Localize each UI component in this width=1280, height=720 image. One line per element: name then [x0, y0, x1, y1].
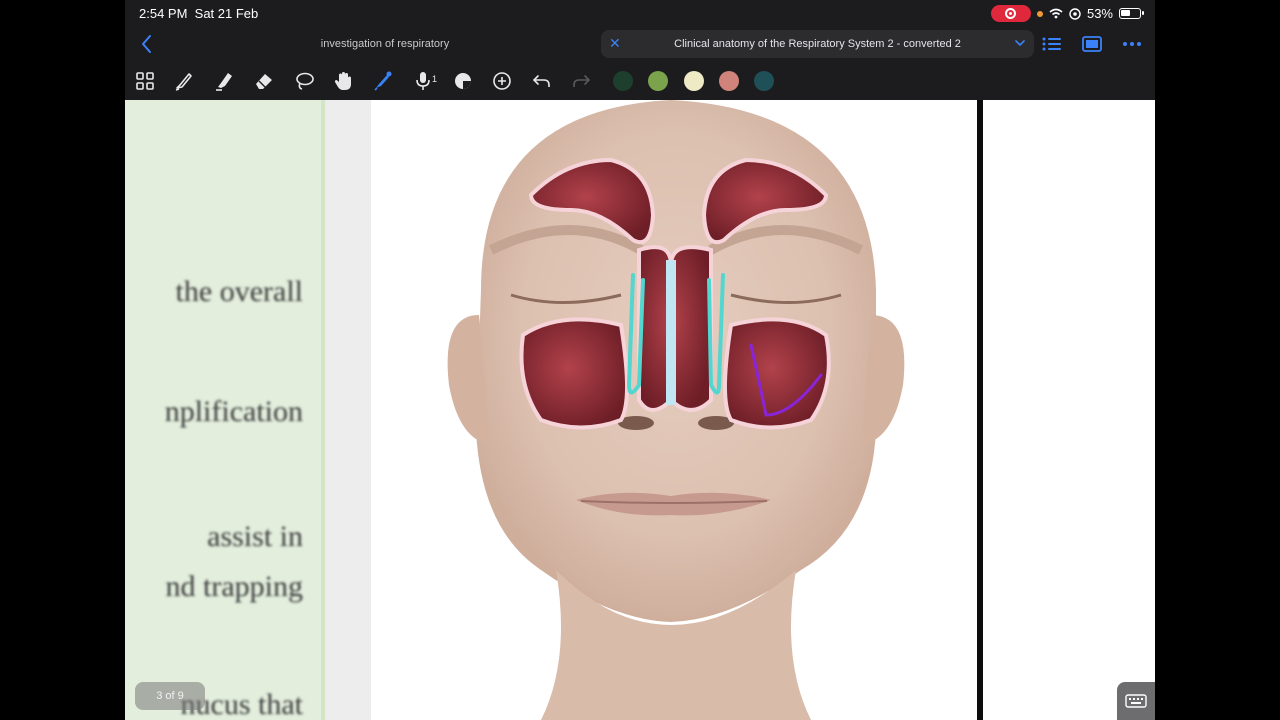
page-view-icon[interactable] [1081, 34, 1103, 54]
color-swatch-dark-green[interactable] [613, 71, 633, 91]
battery-icon [1119, 8, 1144, 19]
close-tab-icon[interactable]: ✕ [609, 35, 621, 52]
mic-in-use-indicator-icon [1036, 10, 1043, 17]
keyboard-shortcuts-button[interactable] [1117, 682, 1155, 720]
eraser-tool-icon[interactable] [252, 69, 276, 93]
color-swatch-olive-green[interactable] [648, 71, 668, 91]
highlighter-tool-icon[interactable] [212, 69, 236, 93]
laser-pointer-icon[interactable] [371, 69, 395, 93]
document-title[interactable]: investigation of respiratory [285, 38, 485, 50]
document-canvas[interactable]: the overall nplification assist in nd tr… [125, 100, 1155, 720]
thumbnails-grid-icon[interactable] [133, 69, 157, 93]
color-swatch-dark-teal[interactable] [754, 71, 774, 91]
recording-count: 1 [432, 74, 438, 84]
drawing-toolbar: 1 [125, 64, 1155, 98]
navigation-bar: investigation of respiratory ✕ Clinical … [125, 28, 1155, 60]
nav-actions [1041, 34, 1143, 54]
page-text-line: the overall [175, 275, 303, 308]
date: Sat 21 Feb [194, 6, 259, 21]
status-time: 2:54 PM Sat 21 Feb [139, 6, 258, 21]
open-document-tab[interactable]: ✕ Clinical anatomy of the Respiratory Sy… [601, 30, 1034, 58]
location-lock-icon [1069, 7, 1081, 20]
app-window: 2:54 PM Sat 21 Feb 53% investigation of … [125, 0, 1155, 720]
page-text-line: nplification [164, 395, 303, 428]
chevron-down-icon[interactable] [1014, 37, 1026, 49]
add-element-icon[interactable] [490, 69, 514, 93]
clock: 2:54 PM [139, 6, 188, 21]
outline-list-icon[interactable] [1041, 34, 1063, 54]
status-right: 53% [990, 5, 1144, 22]
page-text-line: assist in [207, 520, 303, 553]
hand-tool-icon[interactable] [331, 69, 355, 93]
undo-icon[interactable] [530, 69, 554, 93]
previous-page-excerpt: the overall nplification assist in nd tr… [125, 100, 325, 720]
back-chevron-icon[interactable] [137, 32, 157, 56]
paranasal-sinus-illustration [371, 100, 977, 720]
shape-sticker-icon[interactable] [451, 69, 475, 93]
tab-title: Clinical anatomy of the Respiratory Syst… [674, 38, 961, 50]
keyboard-icon [1125, 694, 1147, 708]
page-gutter [329, 100, 371, 720]
battery-percent: 53% [1086, 6, 1113, 21]
pen-tool-icon[interactable] [172, 69, 196, 93]
face-sinus-drawing [371, 100, 977, 720]
status-bar: 2:54 PM Sat 21 Feb 53% [125, 0, 1155, 28]
more-options-icon[interactable] [1121, 34, 1143, 54]
screen-recording-icon[interactable] [990, 5, 1031, 22]
page-text-line: nd trapping [165, 570, 303, 603]
next-page [983, 100, 1155, 720]
page-indicator[interactable]: 3 of 9 [135, 682, 205, 710]
lasso-tool-icon[interactable] [292, 69, 316, 93]
redo-icon[interactable] [569, 69, 593, 93]
wifi-icon [1049, 8, 1063, 19]
color-swatch-salmon[interactable] [719, 71, 739, 91]
color-swatch-cream[interactable] [684, 71, 704, 91]
